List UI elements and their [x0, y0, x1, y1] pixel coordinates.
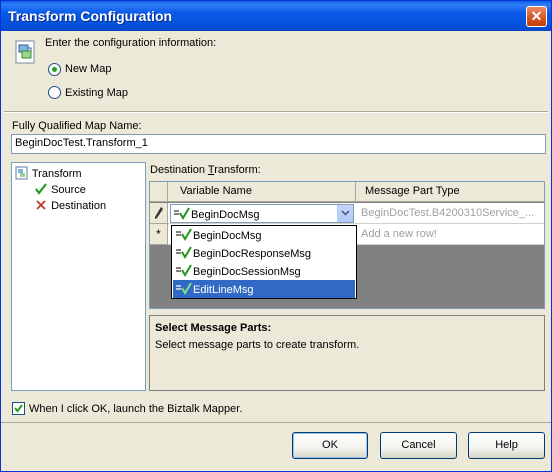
cancel-button[interactable]: Cancel	[380, 432, 457, 459]
dropdown-option-label: BeginDocMsg	[193, 230, 262, 242]
dropdown-option-label: EditLineMsg	[193, 284, 254, 296]
pencil-icon	[154, 207, 163, 219]
tree-item-source[interactable]: Source	[34, 182, 86, 196]
table-row[interactable]: BeginDocMsg BeginDocTest.B4200310Service…	[168, 203, 544, 224]
existing-map-label[interactable]: Existing Map	[65, 87, 128, 99]
variable-name-value: BeginDocMsg	[191, 209, 260, 221]
dropdown-button[interactable]	[337, 205, 353, 222]
map-name-field[interactable]: BeginDocTest.Transform_1	[11, 134, 546, 154]
instruction-text: Enter the configuration information:	[45, 37, 217, 49]
variable-icon	[176, 282, 192, 295]
ok-button[interactable]: OK	[292, 432, 368, 459]
description-panel: Select Message Parts: Select message par…	[149, 315, 545, 391]
tree-root-label: Transform	[31, 168, 82, 180]
help-button[interactable]: Help	[468, 432, 545, 459]
dropdown-option-label: BeginDocSessionMsg	[193, 266, 301, 278]
description-text: Select message parts to create transform…	[155, 339, 360, 351]
dropdown-option[interactable]: BeginDocSessionMsg	[173, 262, 355, 280]
row-header-corner	[150, 182, 168, 201]
tree-destination-label: Destination	[51, 200, 107, 212]
transform-icon	[15, 166, 28, 180]
variable-name-combo[interactable]: BeginDocMsg	[170, 204, 354, 223]
checkmark-icon	[35, 183, 47, 195]
row-edit-indicator[interactable]	[150, 203, 168, 224]
map-name-label: Fully Qualified Map Name:	[12, 120, 142, 132]
launch-mapper-checkbox[interactable]	[12, 402, 25, 415]
x-icon	[36, 200, 46, 210]
variable-icon	[176, 246, 192, 259]
tree-source-label: Source	[51, 184, 86, 196]
close-icon: ✕	[530, 8, 543, 24]
dropdown-option[interactable]: BeginDocResponseMsg	[173, 244, 355, 262]
variable-icon	[176, 228, 192, 241]
message-part-type-value: BeginDocTest.B4200310Service_...	[361, 207, 535, 219]
close-button[interactable]: ✕	[526, 6, 547, 27]
dropdown-option[interactable]: BeginDocMsg	[173, 226, 355, 244]
transform-tree[interactable]: Transform Source Destination	[11, 162, 146, 391]
title-bar[interactable]: Transform Configuration ✕	[1, 1, 551, 31]
new-map-label[interactable]: New Map	[65, 63, 111, 75]
new-row-indicator[interactable]: *	[150, 224, 168, 245]
variable-icon	[176, 264, 192, 277]
tree-item-transform[interactable]: Transform	[15, 166, 82, 180]
map-name-value: BeginDocTest.Transform_1	[15, 137, 148, 149]
column-variable-name[interactable]: Variable Name	[168, 182, 356, 201]
launch-mapper-label[interactable]: When I click OK, launch the Biztalk Mapp…	[29, 403, 242, 415]
chevron-down-icon	[341, 210, 350, 216]
window-title: Transform Configuration	[8, 8, 173, 24]
existing-map-radio[interactable]	[48, 86, 61, 99]
variable-icon	[174, 207, 190, 220]
dropdown-option-selected[interactable]: EditLineMsg	[173, 280, 355, 298]
transform-configuration-dialog: Transform Configuration ✕ Enter the conf…	[0, 0, 552, 472]
grid-header: Variable Name Message Part Type	[150, 182, 544, 202]
new-map-radio[interactable]	[48, 63, 61, 76]
column-message-part-type[interactable]: Message Part Type	[356, 182, 544, 201]
configuration-icon	[15, 40, 35, 64]
destination-transform-label: Destination Transform:	[150, 164, 261, 176]
header-separator	[4, 111, 548, 113]
checkmark-icon	[14, 404, 23, 413]
dropdown-option-label: BeginDocResponseMsg	[193, 248, 312, 260]
variable-name-dropdown-list[interactable]: BeginDocMsg BeginDocResponseMsg BeginDoc…	[171, 225, 357, 299]
description-title: Select Message Parts:	[155, 322, 272, 334]
tree-item-destination[interactable]: Destination	[34, 198, 106, 212]
add-new-row-hint: Add a new row!	[361, 228, 437, 240]
